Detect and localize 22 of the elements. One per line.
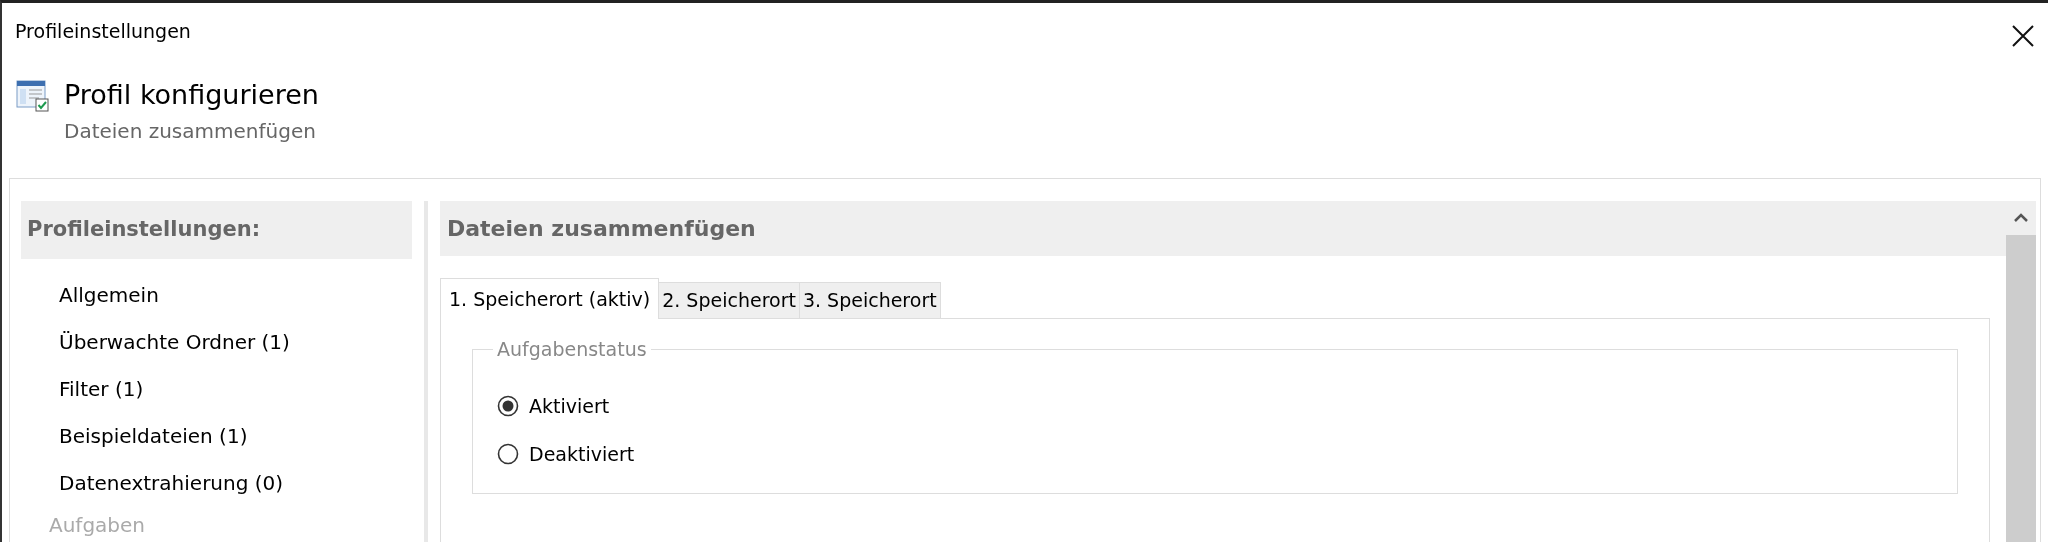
dialog-subtitle: Dateien zusammenfügen: [64, 118, 317, 145]
section-heading: Dateien zusammenfügen: [440, 201, 2006, 256]
settings-form-icon: [16, 80, 50, 112]
dialog-title: Profil konfigurieren: [64, 78, 319, 112]
tab[interactable]: 2. Speicherort: [658, 282, 800, 318]
chevron-up-icon: [2014, 213, 2028, 223]
radio-label[interactable]: Aktiviert: [529, 391, 610, 421]
sidebar-item[interactable]: Überwachte Ordner (1): [59, 326, 290, 357]
tab[interactable]: 1. Speicherort (aktiv): [440, 278, 660, 319]
sidebar-item[interactable]: Datenextrahierung (0): [59, 467, 284, 498]
tab[interactable]: 3. Speicherort: [798, 282, 941, 318]
section-label: Aufgaben: [48, 512, 147, 539]
scrollbar-thumb[interactable]: [2006, 235, 2036, 542]
radio-button[interactable]: [497, 443, 519, 465]
window-title: Profileinstellungen: [15, 19, 191, 45]
radio-label[interactable]: Deaktiviert: [529, 439, 635, 469]
radio-button[interactable]: [497, 395, 519, 417]
sidebar-item[interactable]: Filter (1): [59, 373, 144, 404]
sidebar-item[interactable]: Allgemein: [59, 279, 159, 310]
sidebar-item[interactable]: Beispieldateien (1): [59, 420, 248, 451]
sidebar-heading: Profileinstellungen:: [21, 201, 412, 259]
scroll-up-button[interactable]: [2006, 201, 2036, 235]
